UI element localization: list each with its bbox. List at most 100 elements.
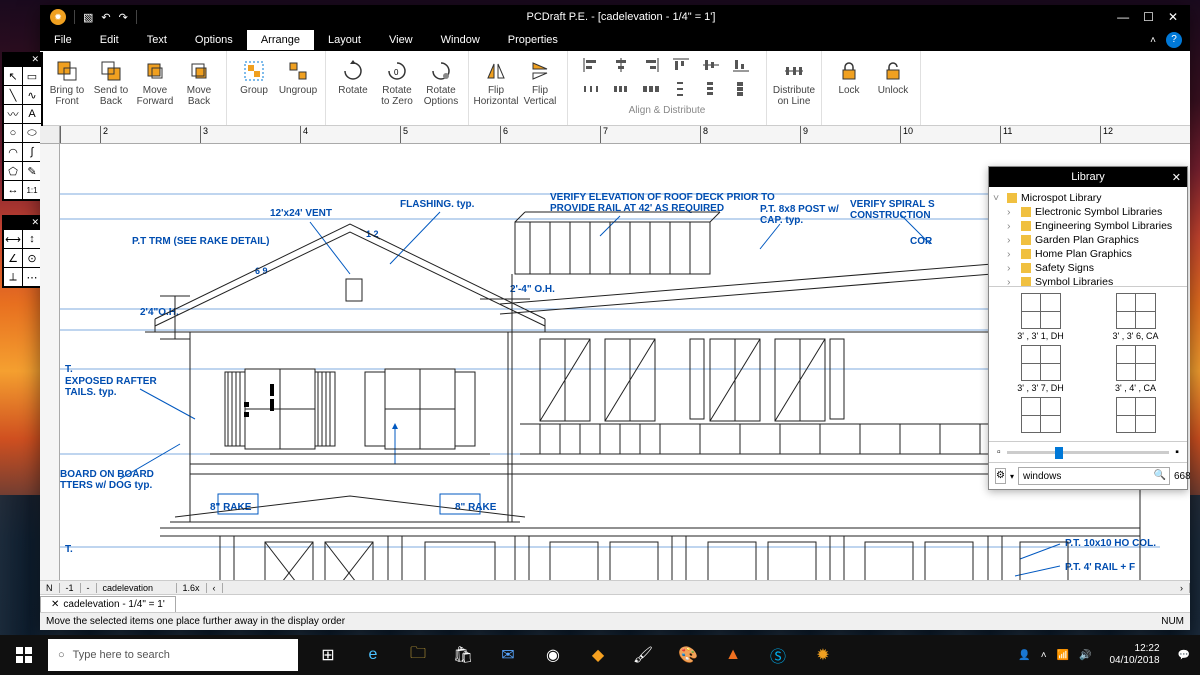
- move-back-button[interactable]: Move Back: [178, 57, 220, 109]
- app-icon-3[interactable]: 🎨: [666, 635, 710, 675]
- circle-tool[interactable]: ○: [4, 124, 22, 142]
- palette-close-icon[interactable]: ✕: [4, 54, 41, 66]
- dist-h3-icon[interactable]: [642, 81, 660, 97]
- zoom-out-icon[interactable]: ▫: [997, 446, 1001, 458]
- store-icon[interactable]: 🛍: [441, 635, 485, 675]
- tray-overflow-icon[interactable]: ˄: [1041, 650, 1047, 661]
- dist-v1-icon[interactable]: [672, 81, 690, 97]
- library-item[interactable]: 3' , 3' 6, CA: [1090, 293, 1181, 341]
- align-right-icon[interactable]: [642, 57, 660, 73]
- dist-h1-icon[interactable]: [582, 81, 600, 97]
- app-icon-4[interactable]: ▲: [711, 635, 755, 675]
- minimize-button[interactable]: —: [1117, 10, 1129, 24]
- menu-options[interactable]: Options: [181, 30, 247, 50]
- ribbon-collapse-icon[interactable]: ˄: [1150, 35, 1156, 46]
- vdim-tool[interactable]: ↕: [23, 230, 41, 248]
- menu-edit[interactable]: Edit: [86, 30, 133, 50]
- align-middle-icon[interactable]: [702, 57, 720, 73]
- pcdraft-icon[interactable]: ✹: [801, 635, 845, 675]
- library-item[interactable]: 3' , 3' 1, DH: [995, 293, 1086, 341]
- library-item[interactable]: [1090, 397, 1181, 435]
- line-tool[interactable]: ╲: [4, 86, 22, 104]
- marker-tool[interactable]: ✎: [23, 162, 41, 180]
- dist-v2-icon[interactable]: [702, 81, 720, 97]
- move-forward-button[interactable]: Move Forward: [134, 57, 176, 109]
- sheet-nav[interactable]: N -1 - cadelevation 1.6x ‹ ›: [40, 580, 1190, 594]
- close-button[interactable]: ✕: [1168, 10, 1178, 24]
- unlock-button[interactable]: Unlock: [872, 57, 914, 98]
- chain-tool[interactable]: ⋯: [23, 268, 41, 286]
- network-icon[interactable]: 📶: [1057, 650, 1069, 661]
- qat-redo-icon[interactable]: ↷: [119, 11, 128, 24]
- align-left-icon[interactable]: [582, 57, 600, 73]
- library-panel[interactable]: Library✕ ˅Microspot Library ›Electronic …: [988, 166, 1188, 490]
- polyline-tool[interactable]: ∿: [23, 86, 41, 104]
- app-icon-1[interactable]: ◆: [576, 635, 620, 675]
- rotate-button[interactable]: Rotate: [332, 57, 374, 98]
- start-button[interactable]: [0, 635, 48, 675]
- edge-icon[interactable]: e: [351, 635, 395, 675]
- help-icon[interactable]: ?: [1166, 32, 1182, 48]
- freehand-tool[interactable]: 〰: [4, 105, 22, 123]
- select-tool[interactable]: ↖: [4, 67, 22, 85]
- taskbar-search[interactable]: ○ Type here to search: [48, 639, 298, 671]
- palette-close-icon[interactable]: ✕: [4, 217, 41, 229]
- angle-tool[interactable]: ∠: [4, 249, 22, 267]
- menu-arrange[interactable]: Arrange: [247, 30, 314, 50]
- rotate-zero-button[interactable]: 0Rotate to Zero: [376, 57, 418, 109]
- scroll-left-icon[interactable]: ‹: [207, 583, 223, 593]
- library-thumbnails[interactable]: 3' , 3' 1, DH 3' , 3' 6, CA 3' , 3' 7, D…: [989, 287, 1187, 441]
- menu-view[interactable]: View: [375, 30, 427, 50]
- hdim-tool[interactable]: ⟷: [4, 230, 22, 248]
- flip-vertical-button[interactable]: Flip Vertical: [519, 57, 561, 109]
- perp-tool[interactable]: ⟂: [4, 268, 22, 286]
- rotate-options-button[interactable]: Rotate Options: [420, 57, 462, 109]
- tools-palette[interactable]: ✕ ↖▭ ╲∿ 〰A ○⬭ ◠∫ ⬠✎ ↔1:1: [2, 52, 43, 201]
- zoom-level[interactable]: 1.6x: [177, 583, 207, 593]
- dimension-tool[interactable]: ↔: [4, 181, 22, 199]
- qat-save-icon[interactable]: ▧: [83, 11, 93, 24]
- qat-undo-icon[interactable]: ↶: [101, 11, 110, 24]
- people-icon[interactable]: 👤: [1018, 650, 1030, 661]
- library-item[interactable]: [995, 397, 1086, 435]
- group-button[interactable]: Group: [233, 57, 275, 98]
- tab-close-icon[interactable]: ✕: [51, 599, 59, 610]
- radius-tool[interactable]: ⊙: [23, 249, 41, 267]
- skype-icon[interactable]: Ⓢ: [756, 635, 800, 675]
- ellipse-tool[interactable]: ⬭: [23, 124, 41, 142]
- library-item[interactable]: 3' , 4' , CA: [1090, 345, 1181, 393]
- library-zoom-slider[interactable]: ▫ ▪: [989, 441, 1187, 462]
- menu-properties[interactable]: Properties: [494, 30, 572, 50]
- menu-text[interactable]: Text: [133, 30, 181, 50]
- zoom-in-icon[interactable]: ▪: [1175, 446, 1179, 458]
- windows-taskbar[interactable]: ○ Type here to search ⊞ e 🗀 🛍 ✉ ◉ ◆ 🖌 🎨 …: [0, 635, 1200, 675]
- menu-file[interactable]: File: [40, 30, 86, 50]
- vertical-ruler[interactable]: [40, 144, 60, 580]
- menu-window[interactable]: Window: [427, 30, 494, 50]
- library-search-input[interactable]: [1018, 467, 1170, 485]
- rect-tool[interactable]: ▭: [23, 67, 41, 85]
- maximize-button[interactable]: ☐: [1143, 10, 1154, 24]
- horizontal-ruler[interactable]: 23456789101112131415: [60, 126, 1190, 144]
- taskbar-clock[interactable]: 12:22 04/10/2018: [1101, 643, 1167, 667]
- action-center-icon[interactable]: 💬: [1178, 650, 1190, 661]
- volume-icon[interactable]: 🔊: [1079, 650, 1091, 661]
- dist-v3-icon[interactable]: [732, 81, 750, 97]
- align-bottom-icon[interactable]: [732, 57, 750, 73]
- app-icon-2[interactable]: 🖌: [621, 635, 665, 675]
- explorer-icon[interactable]: 🗀: [396, 635, 440, 675]
- align-top-icon[interactable]: [672, 57, 690, 73]
- library-settings-icon[interactable]: ⚙: [995, 468, 1006, 484]
- library-item[interactable]: 3' , 3' 7, DH: [995, 345, 1086, 393]
- polygon-tool[interactable]: ⬠: [4, 162, 22, 180]
- arc-tool[interactable]: ◠: [4, 143, 22, 161]
- text-tool[interactable]: A: [23, 105, 41, 123]
- menu-layout[interactable]: Layout: [314, 30, 375, 50]
- search-icon[interactable]: 🔍: [1154, 470, 1166, 481]
- distribute-on-line-button[interactable]: Distribute on Line: [773, 57, 815, 109]
- chrome-icon[interactable]: ◉: [531, 635, 575, 675]
- bring-to-front-button[interactable]: Bring to Front: [46, 57, 88, 109]
- scale-tool[interactable]: 1:1: [23, 181, 41, 199]
- dimension-palette[interactable]: ✕ ⟷↕ ∠⊙ ⟂⋯: [2, 215, 43, 288]
- align-center-h-icon[interactable]: [612, 57, 630, 73]
